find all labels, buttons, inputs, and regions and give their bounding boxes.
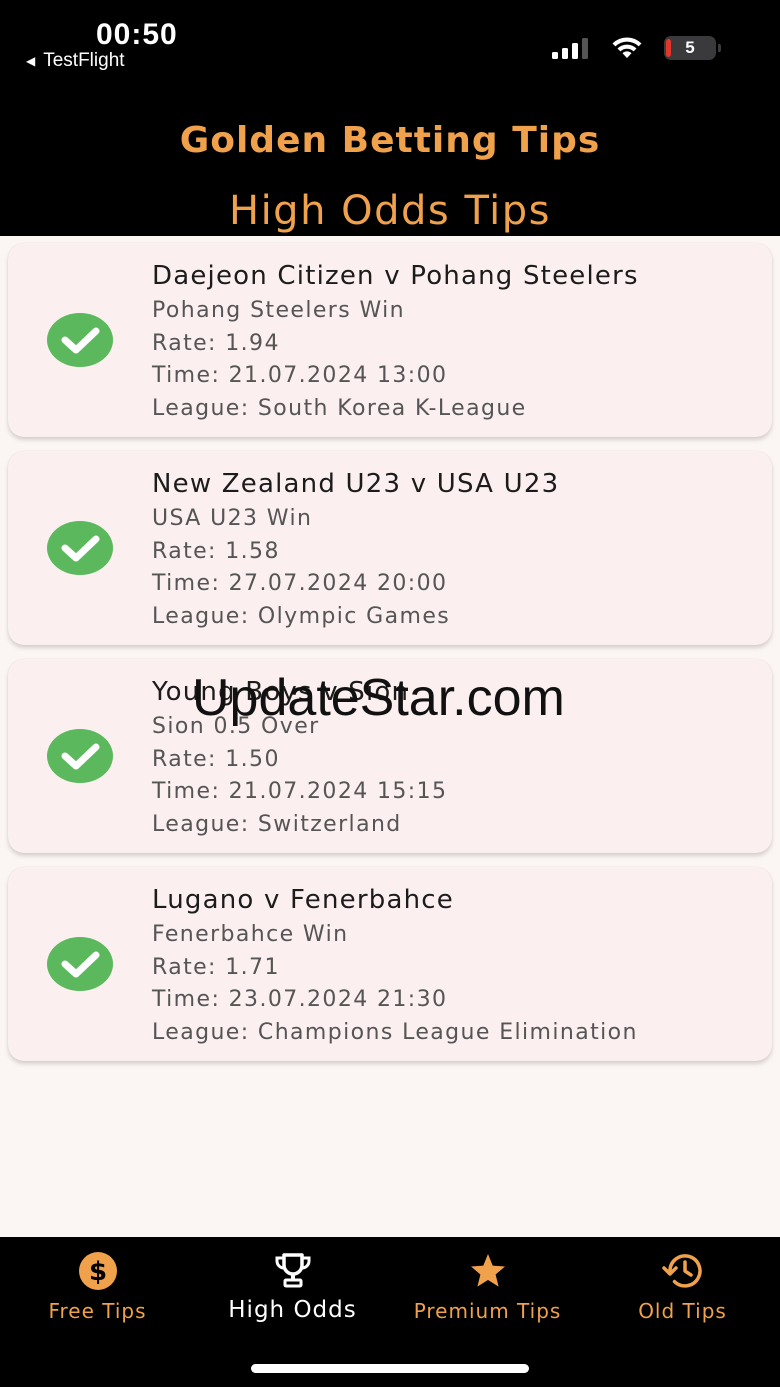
- tab-label: Old Tips: [638, 1299, 727, 1323]
- tip-rate: Rate: 1.50: [152, 746, 280, 772]
- screen: 00:50 ◀ TestFlight 5 Golden Betting Tips…: [0, 0, 780, 1387]
- tip-time: Time: 27.07.2024 20:00: [152, 571, 448, 596]
- star-icon: [470, 1254, 505, 1287]
- tip-league: League: Switzerland: [152, 811, 402, 837]
- tip-time: Time: 23.07.2024 21:30: [152, 987, 448, 1012]
- tip-match: Lugano v Fenerbahce: [152, 885, 454, 915]
- check-circle-icon: [47, 313, 113, 367]
- tip-card[interactable]: Daejeon Citizen v Pohang Steelers Pohang…: [8, 243, 772, 437]
- status-time: 00:50: [96, 18, 178, 51]
- tip-card[interactable]: Lugano v Fenerbahce Fenerbahce Win Rate:…: [8, 867, 772, 1061]
- back-arrow-icon: ◀: [26, 54, 36, 68]
- home-indicator[interactable]: [251, 1364, 529, 1373]
- battery-indicator: 5: [664, 36, 721, 60]
- tip-details: Lugano v Fenerbahce Fenerbahce Win Rate:…: [152, 885, 638, 1049]
- app-title: Golden Betting Tips: [179, 120, 601, 161]
- tip-details: Daejeon Citizen v Pohang Steelers Pohang…: [152, 261, 639, 425]
- header: 00:50 ◀ TestFlight 5 Golden Betting Tips…: [0, 0, 780, 236]
- tip-rate: Rate: 1.58: [152, 538, 280, 564]
- tip-match: New Zealand U23 v USA U23: [152, 469, 560, 499]
- check-circle-icon: [47, 937, 113, 991]
- tip-league: League: South Korea K-League: [152, 395, 527, 421]
- svg-text:$: $: [88, 1257, 106, 1287]
- tip-card[interactable]: New Zealand U23 v USA U23 USA U23 Win Ra…: [8, 451, 772, 645]
- tip-pick: USA U23 Win: [152, 506, 313, 531]
- tip-details: New Zealand U23 v USA U23 USA U23 Win Ra…: [152, 469, 559, 633]
- tip-rate: Rate: 1.94: [152, 330, 280, 356]
- tip-pick: Pohang Steelers Win: [152, 298, 406, 323]
- tip-league: League: Champions League Elimination: [152, 1019, 638, 1045]
- tip-time: Time: 21.07.2024 15:15: [152, 779, 448, 804]
- tab-label: Premium Tips: [413, 1299, 562, 1323]
- status-icons: 5: [552, 36, 721, 60]
- cellular-signal-icon: [552, 38, 588, 59]
- watermark: UpdateStar.com: [192, 669, 565, 727]
- check-circle-icon: [47, 729, 113, 783]
- tab-label: High Odds: [228, 1297, 357, 1323]
- tip-pick: Fenerbahce Win: [152, 922, 349, 947]
- tab-old-tips[interactable]: Old Tips: [585, 1251, 780, 1323]
- page-title: High Odds Tips: [228, 188, 551, 234]
- wifi-icon: [612, 37, 642, 58]
- back-to-testflight-link[interactable]: ◀ TestFlight: [26, 50, 125, 72]
- tab-label: Free Tips: [48, 1299, 147, 1323]
- check-circle-icon: [47, 521, 113, 575]
- tips-list: Daejeon Citizen v Pohang Steelers Pohang…: [8, 243, 772, 1075]
- tab-free-tips[interactable]: $ Free Tips: [0, 1251, 195, 1323]
- back-app-label: TestFlight: [43, 50, 125, 71]
- tip-match: Daejeon Citizen v Pohang Steelers: [152, 261, 639, 291]
- tip-league: League: Olympic Games: [152, 603, 451, 629]
- tip-rate: Rate: 1.71: [152, 954, 280, 980]
- tab-high-odds[interactable]: High Odds: [195, 1251, 390, 1323]
- trophy-icon: [275, 1253, 310, 1288]
- tab-premium-tips[interactable]: Premium Tips: [390, 1251, 585, 1323]
- history-icon: [661, 1254, 702, 1288]
- tip-time: Time: 21.07.2024 13:00: [152, 363, 448, 388]
- dollar-circle-icon: $: [78, 1252, 117, 1290]
